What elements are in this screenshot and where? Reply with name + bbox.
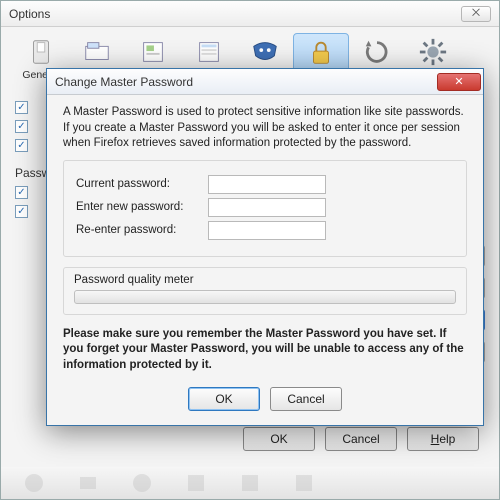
window-close-button[interactable]: ⨉ [461,6,491,22]
close-glyph: ⨉ [472,8,480,19]
switch-icon [24,37,58,67]
checkbox[interactable]: ✓ [15,139,28,152]
options-cancel-button[interactable]: Cancel [325,427,397,451]
tabs-icon [80,37,114,67]
checkbox[interactable]: ✓ [15,186,28,199]
options-ok-button[interactable]: OK [243,427,315,451]
help-mnemonic: H [431,432,440,446]
taskbar-icon [75,471,101,495]
new-password-input[interactable] [208,198,326,217]
content-icon [136,37,170,67]
checkbox[interactable]: ✓ [15,101,28,114]
dialog-buttons: OK Cancel [63,387,467,411]
taskbar-icon [129,471,155,495]
options-titlebar: Options ⨉ [1,1,499,27]
taskbar-icon [237,471,263,495]
sync-icon [360,37,394,67]
dialog-title: Change Master Password [55,75,437,89]
options-title: Options [9,7,457,21]
password-meter-label: Password quality meter [74,274,456,286]
options-help-button[interactable]: Help [407,427,479,451]
taskbar-icon [183,471,209,495]
dialog-cancel-button[interactable]: Cancel [270,387,342,411]
applications-icon [192,37,226,67]
password-meter-bar [74,290,456,304]
current-password-input[interactable] [208,175,326,194]
mask-icon [248,37,282,67]
taskbar-icon [291,471,317,495]
current-password-label: Current password: [76,178,208,190]
reenter-password-input[interactable] [208,221,326,240]
close-icon: ✕ [454,75,463,88]
field-row-reenter: Re-enter password: [76,221,454,240]
new-password-label: Enter new password: [76,201,208,213]
password-fields-group: Current password: Enter new password: Re… [63,160,467,257]
dialog-ok-button[interactable]: OK [188,387,260,411]
taskbar-icon [21,471,47,495]
change-master-password-dialog: Change Master Password ✕ A Master Passwo… [46,68,484,426]
lock-icon [304,38,338,68]
field-row-current: Current password: [76,175,454,194]
gear-icon [416,37,450,67]
field-row-new: Enter new password: [76,198,454,217]
dialog-titlebar: Change Master Password ✕ [47,69,483,95]
dialog-body: A Master Password is used to protect sen… [47,95,483,425]
reenter-password-label: Re-enter password: [76,224,208,236]
password-meter-group: Password quality meter [63,267,467,315]
checkbox[interactable]: ✓ [15,120,28,133]
taskbar [1,467,499,499]
checkbox[interactable]: ✓ [15,205,28,218]
options-footer-buttons: OK Cancel Help [243,427,479,451]
dialog-warning-text: Please make sure you remember the Master… [63,327,467,374]
dialog-close-button[interactable]: ✕ [437,73,481,91]
dialog-description: A Master Password is used to protect sen… [63,105,467,152]
